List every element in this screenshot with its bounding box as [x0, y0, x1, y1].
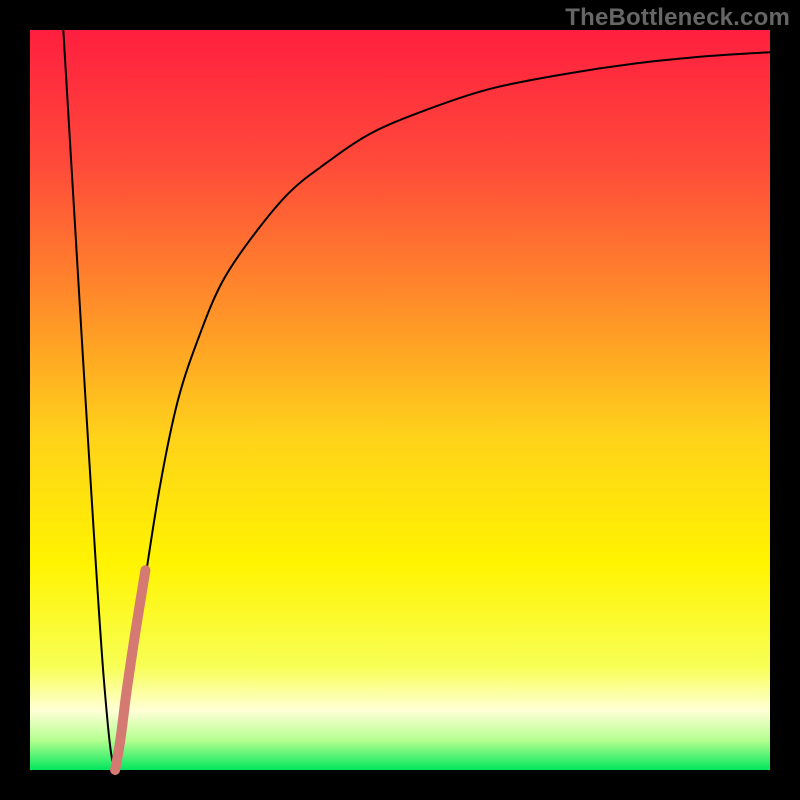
- watermark-text: TheBottleneck.com: [565, 4, 790, 32]
- chart-canvas: [0, 0, 800, 800]
- plot-area: [30, 30, 770, 770]
